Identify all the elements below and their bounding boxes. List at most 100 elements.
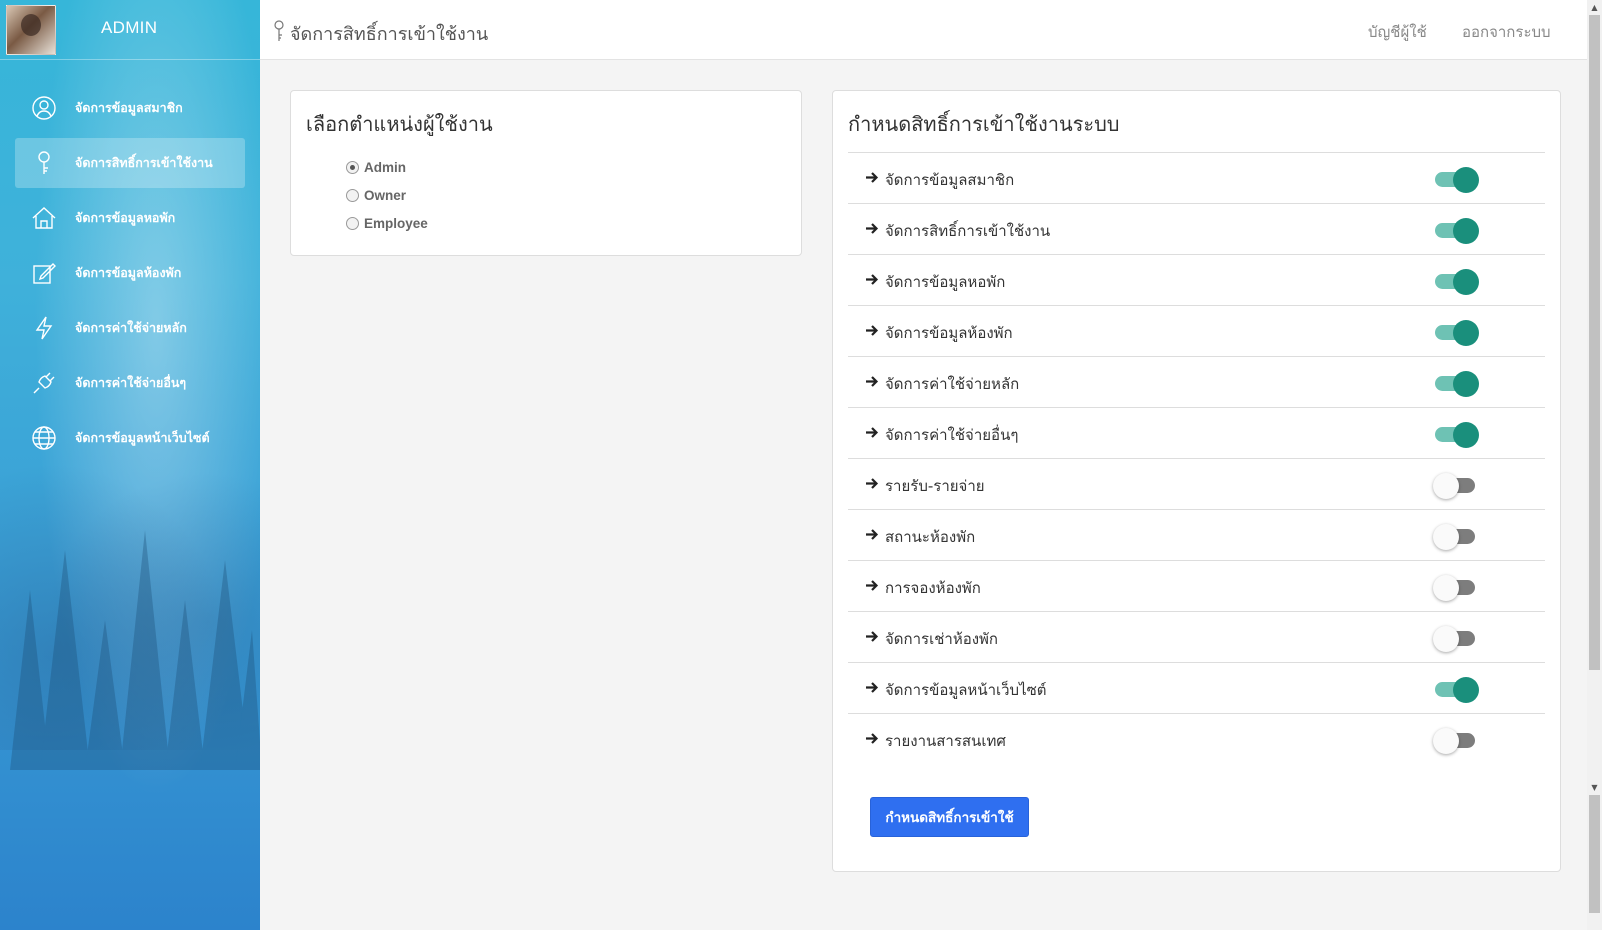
radio-label: Admin — [364, 159, 406, 175]
sidebar-brand: ADMIN — [0, 0, 260, 60]
lightning-icon — [31, 315, 57, 341]
sidebar-item-label: จัดการค่าใช้จ่ายอื่นๆ — [75, 375, 187, 390]
permission-row: จัดการข้อมูลห้องพัก — [848, 305, 1545, 356]
role-select-card: เลือกตำแหน่งผู้ใช้งาน Admin Owner Employ… — [290, 90, 802, 256]
permission-toggle[interactable] — [1433, 524, 1479, 550]
scroll-thumb[interactable] — [1589, 15, 1600, 670]
arrow-right-icon — [865, 425, 880, 440]
role-option-owner[interactable]: Owner — [346, 181, 428, 209]
sidebar-item-label: จัดการข้อมูลสมาชิก — [75, 100, 183, 115]
sidebar-nav: จัดการข้อมูลสมาชิก จัดการสิทธิ์การเข้าใช… — [0, 83, 260, 468]
plug-icon — [31, 370, 57, 396]
permission-toggle[interactable] — [1433, 473, 1479, 499]
arrow-right-icon — [865, 323, 880, 338]
permission-label: จัดการสิทธิ์การเข้าใช้งาน — [885, 222, 1051, 240]
sidebar-item-other-expenses[interactable]: จัดการค่าใช้จ่ายอื่นๆ — [15, 358, 245, 408]
permission-row: จัดการสิทธิ์การเข้าใช้งาน — [848, 203, 1545, 254]
arrow-right-icon — [865, 629, 880, 644]
arrow-right-icon — [865, 680, 880, 695]
permission-label: รายงานสารสนเทศ — [885, 732, 1006, 750]
user-circle-icon — [31, 95, 57, 121]
permission-toggle[interactable] — [1433, 167, 1479, 193]
radio-label: Owner — [364, 187, 407, 203]
permission-label: จัดการข้อมูลห้องพัก — [885, 324, 1013, 342]
permission-row: จัดการค่าใช้จ่ายหลัก — [848, 356, 1545, 407]
permission-label: สถานะห้องพัก — [885, 528, 976, 546]
permission-toggle[interactable] — [1433, 320, 1479, 346]
top-navbar: จัดการสิทธิ์การเข้าใช้งาน บัญชีผู้ใช้ ออ… — [260, 0, 1587, 60]
permission-row: จัดการเช่าห้องพัก — [848, 611, 1545, 662]
radio-label: Employee — [364, 215, 428, 231]
account-link[interactable]: บัญชีผู้ใช้ — [1368, 20, 1427, 44]
permission-row: สถานะห้องพัก — [848, 509, 1545, 560]
permission-toggle[interactable] — [1433, 371, 1479, 397]
permission-toggle[interactable] — [1433, 269, 1479, 295]
page-title: จัดการสิทธิ์การเข้าใช้งาน — [290, 24, 489, 45]
scroll-up-arrow-icon[interactable]: ▲ — [1587, 0, 1602, 15]
arrow-right-icon — [865, 374, 880, 389]
arrow-right-icon — [865, 272, 880, 287]
permission-toggle[interactable] — [1433, 575, 1479, 601]
scroll-down-arrow-icon[interactable]: ▼ — [1587, 780, 1602, 795]
permission-label: จัดการข้อมูลหอพัก — [885, 273, 1006, 291]
sidebar-item-dormitory[interactable]: จัดการข้อมูลหอพัก — [15, 193, 245, 243]
sidebar-item-rooms[interactable]: จัดการข้อมูลห้องพัก — [15, 248, 245, 298]
sidebar-item-label: จัดการสิทธิ์การเข้าใช้งาน — [75, 155, 213, 170]
permission-label: จัดการค่าใช้จ่ายหลัก — [885, 375, 1020, 393]
permission-label: จัดการข้อมูลสมาชิก — [885, 171, 1015, 189]
permission-row: การจองห้องพัก — [848, 560, 1545, 611]
role-option-admin[interactable]: Admin — [346, 153, 428, 181]
permission-toggle[interactable] — [1433, 218, 1479, 244]
set-permission-button[interactable]: กำหนดสิทธิ์การเข้าใช้ — [870, 797, 1029, 837]
avatar[interactable] — [6, 5, 56, 55]
permission-toggle[interactable] — [1433, 422, 1479, 448]
brand-title: ADMIN — [101, 18, 158, 37]
radio-employee[interactable] — [346, 216, 359, 230]
arrow-right-icon — [865, 731, 880, 746]
home-icon — [31, 205, 57, 231]
permission-row: จัดการค่าใช้จ่ายอื่นๆ — [848, 407, 1545, 458]
permission-row: จัดการข้อมูลสมาชิก — [848, 152, 1545, 203]
arrow-right-icon — [865, 170, 880, 185]
globe-icon — [31, 425, 57, 451]
logout-link[interactable]: ออกจากระบบ — [1462, 20, 1551, 44]
page-scrollbar[interactable]: ▲ ▼ — [1587, 0, 1602, 930]
sidebar-item-members[interactable]: จัดการข้อมูลสมาชิก — [15, 83, 245, 133]
role-card-title: เลือกตำแหน่งผู้ใช้งาน — [306, 112, 493, 136]
sidebar-item-website[interactable]: จัดการข้อมูลหน้าเว็บไซต์ — [15, 413, 245, 463]
radio-owner[interactable] — [346, 188, 359, 202]
arrow-right-icon — [865, 476, 880, 491]
sidebar-item-label: จัดการข้อมูลหอพัก — [75, 210, 176, 225]
edit-icon — [31, 260, 57, 286]
permission-card-title: กำหนดสิทธิ์การเข้าใช้งานระบบ — [848, 112, 1120, 136]
permission-label: จัดการเช่าห้องพัก — [885, 630, 999, 648]
permission-toggle[interactable] — [1433, 728, 1479, 754]
role-radio-group: Admin Owner Employee — [346, 153, 428, 237]
sidebar: ADMIN จัดการข้อมูลสมาชิก จัดการสิทธิ์การ… — [0, 0, 260, 930]
key-icon — [272, 20, 286, 42]
permission-label: จัดการค่าใช้จ่ายอื่นๆ — [885, 426, 1019, 444]
permission-toggle[interactable] — [1433, 626, 1479, 652]
permission-label: จัดการข้อมูลหน้าเว็บไซต์ — [885, 681, 1047, 699]
permission-label: รายรับ-รายจ่าย — [885, 477, 985, 495]
permission-card: กำหนดสิทธิ์การเข้าใช้งานระบบ จัดการข้อมู… — [832, 90, 1561, 872]
arrow-right-icon — [865, 527, 880, 542]
permission-row: รายงานสารสนเทศ — [848, 713, 1545, 764]
role-option-employee[interactable]: Employee — [346, 209, 428, 237]
permission-row: จัดการข้อมูลหน้าเว็บไซต์ — [848, 662, 1545, 713]
sidebar-item-permissions[interactable]: จัดการสิทธิ์การเข้าใช้งาน — [15, 138, 245, 188]
sidebar-item-label: จัดการค่าใช้จ่ายหลัก — [75, 320, 187, 335]
scroll-track-lower — [1589, 795, 1600, 913]
sidebar-item-label: จัดการข้อมูลห้องพัก — [75, 265, 182, 280]
key-icon — [31, 150, 57, 176]
sidebar-background-trees — [10, 530, 260, 770]
arrow-right-icon — [865, 578, 880, 593]
sidebar-item-label: จัดการข้อมูลหน้าเว็บไซต์ — [75, 430, 210, 445]
permission-list: จัดการข้อมูลสมาชิก จัดการสิทธิ์การเข้าใช… — [848, 152, 1545, 764]
permission-label: การจองห้องพัก — [885, 579, 981, 597]
radio-admin[interactable] — [346, 160, 359, 174]
permission-row: รายรับ-รายจ่าย — [848, 458, 1545, 509]
permission-toggle[interactable] — [1433, 677, 1479, 703]
sidebar-item-main-expenses[interactable]: จัดการค่าใช้จ่ายหลัก — [15, 303, 245, 353]
arrow-right-icon — [865, 221, 880, 236]
